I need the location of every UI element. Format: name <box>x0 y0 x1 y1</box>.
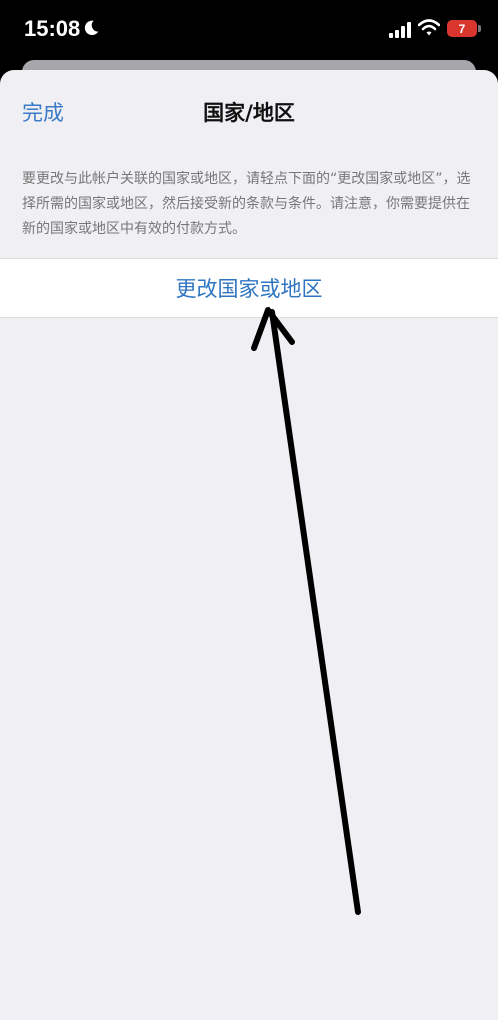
change-country-row[interactable]: 更改国家或地区 <box>0 258 498 318</box>
country-region-sheet: 完成 国家/地区 要更改与此帐户关联的国家或地区，请轻点下面的“更改国家或地区”… <box>0 70 498 1020</box>
wifi-icon <box>418 19 440 36</box>
cellular-signal-icon <box>389 22 411 38</box>
battery-icon: 7 <box>447 20 477 37</box>
status-time: 15:08 <box>24 16 81 41</box>
page-title: 国家/地区 <box>203 101 295 125</box>
moon-icon <box>84 20 99 36</box>
status-bar: 15:08 7 <box>0 0 498 62</box>
change-country-button[interactable]: 更改国家或地区 <box>0 273 498 303</box>
description-text: 要更改与此帐户关联的国家或地区，请轻点下面的“更改国家或地区”，选择所需的国家或… <box>22 171 471 237</box>
battery-cap <box>478 25 481 32</box>
battery-level: 7 <box>458 21 466 36</box>
